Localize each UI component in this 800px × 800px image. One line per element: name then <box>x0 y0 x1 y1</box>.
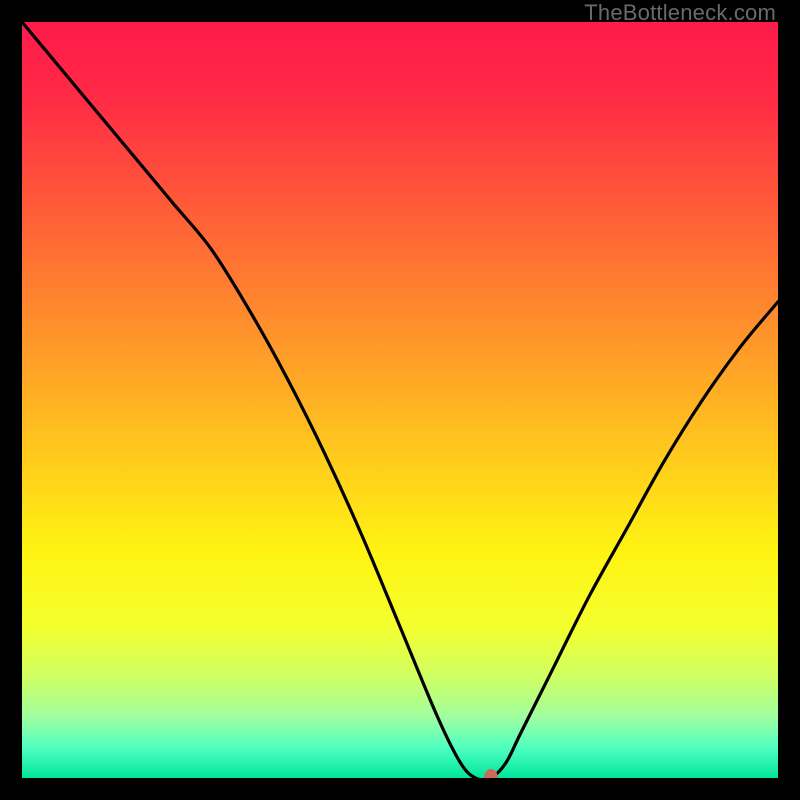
chart-frame: TheBottleneck.com <box>0 0 800 800</box>
bottleneck-curve <box>22 22 778 778</box>
watermark-text: TheBottleneck.com <box>584 0 776 26</box>
plot-area <box>22 22 778 778</box>
